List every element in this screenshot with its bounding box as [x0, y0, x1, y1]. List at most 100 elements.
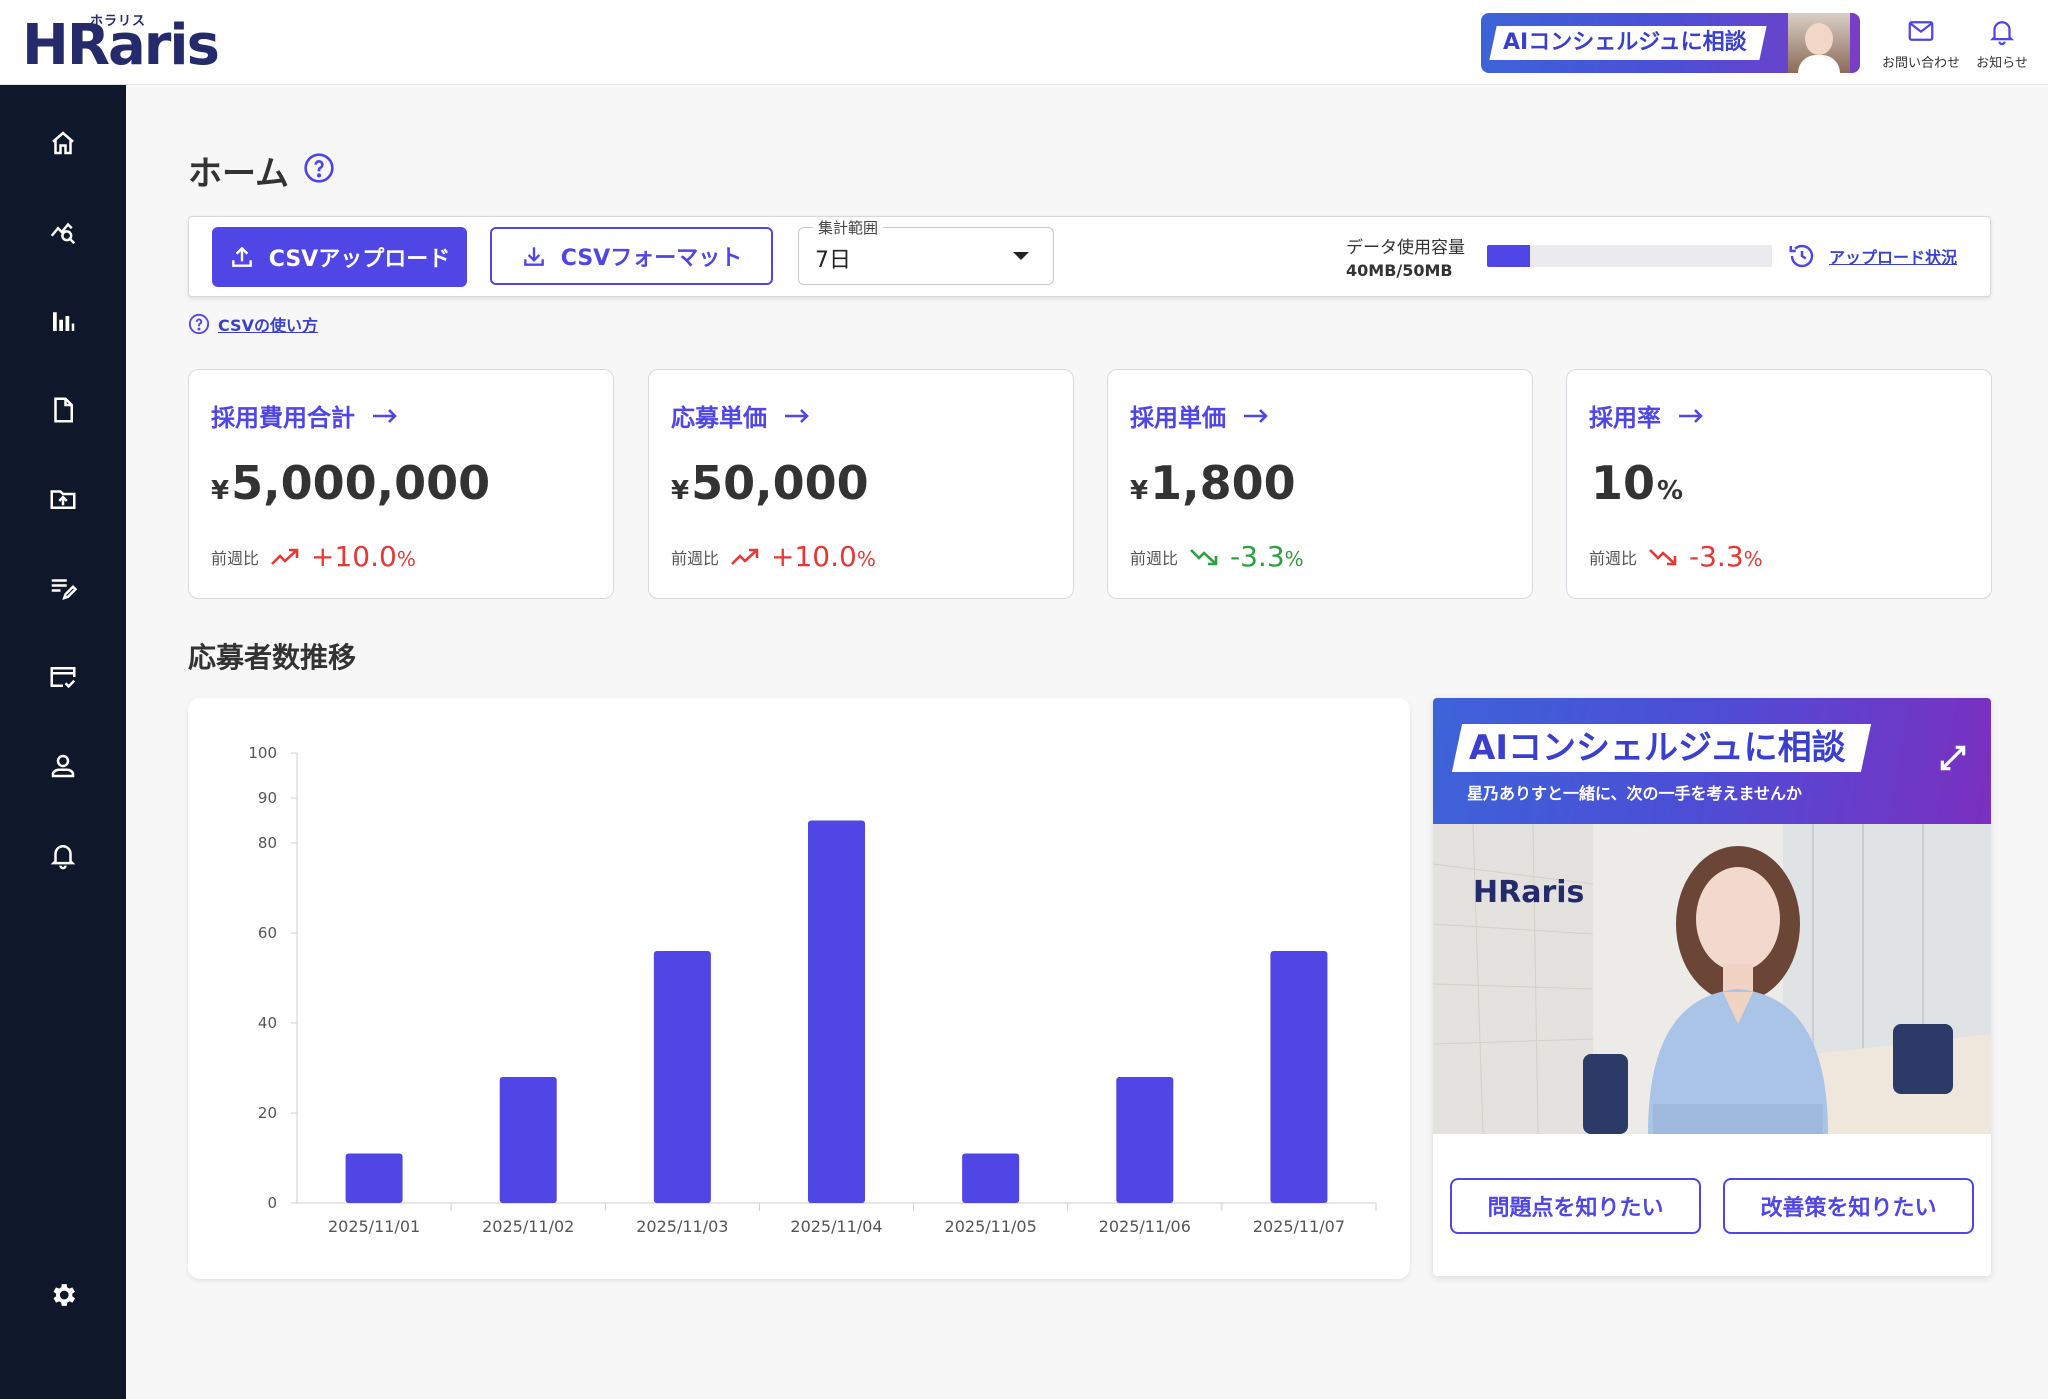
kpi-card[interactable]: 採用費用合計 ¥5,000,000 前週比 +10.0% [188, 369, 614, 599]
bar[interactable] [653, 951, 711, 1203]
bar[interactable] [962, 1153, 1020, 1204]
kpi-title-link[interactable]: 採用費用合計 [211, 398, 399, 433]
sidebar-item-approval[interactable] [43, 657, 83, 697]
ai-panel-title: AIコンシェルジュに相談 [1469, 728, 1846, 768]
x-tick-label: 2025/11/06 [1099, 1217, 1191, 1236]
kpi-pct: +10.0 [311, 540, 397, 573]
kpi-cmp-label: 前週比 [1589, 548, 1638, 568]
caret-down-icon [1013, 252, 1029, 260]
sidebar-item-upload[interactable] [43, 479, 83, 519]
page-title: ホーム [188, 154, 289, 194]
sidebar-item-reports[interactable] [43, 301, 83, 341]
trend-up-icon [731, 548, 759, 565]
kpi-pct-unit: % [856, 547, 876, 571]
notice-button[interactable]: お知らせ [1957, 16, 2047, 72]
kpi-value-wrap: 10% [1589, 456, 1683, 510]
ai-concierge-banner[interactable]: AIコンシェルジュに相談 [1481, 13, 1860, 73]
sidebar-item-notifications[interactable] [43, 835, 83, 875]
aggregation-range-select[interactable]: 集計範囲 7日 [798, 217, 1054, 285]
hraris-logo[interactable]: ホラリス HRaris [22, 12, 220, 74]
upload-status-link[interactable]: アップロード状況 [1787, 241, 1957, 271]
arrow-right-icon [785, 408, 809, 423]
expand-icon[interactable] [1937, 742, 1969, 774]
kpi-value: 50,000 [691, 456, 869, 510]
kpi-currency: ¥ [671, 476, 690, 506]
kpi-comparison: 前週比 +10.0% [211, 540, 416, 573]
edit-list-icon [51, 579, 78, 600]
kpi-card[interactable]: 応募単価 ¥50,000 前週比 +10.0% [648, 369, 1074, 599]
improvement-button[interactable]: 改善策を知りたい [1723, 1178, 1974, 1234]
kpi-pct: -3.3 [1230, 540, 1285, 573]
kpi-pct-unit: % [396, 547, 416, 571]
logo-text: HRaris [22, 13, 220, 78]
concierge-photo: HRaris [1433, 824, 1991, 1134]
kpi-comparison: 前週比 -3.3% [1589, 540, 1763, 573]
kpi-pct-unit: % [1284, 547, 1304, 571]
csv-upload-button[interactable]: CSVアップロード [212, 227, 467, 287]
sidebar-item-user[interactable] [43, 746, 83, 786]
bell-icon [50, 845, 76, 870]
mail-icon [1908, 21, 1934, 41]
bar-chart-icon [53, 312, 75, 331]
sidebar-item-settings[interactable] [43, 1275, 83, 1315]
bar[interactable] [808, 820, 865, 1204]
bar[interactable] [1270, 951, 1328, 1203]
csv-format-label: CSVフォーマット [560, 246, 743, 271]
kpi-title: 採用単価 [1130, 404, 1226, 432]
sidebar-item-analytics[interactable] [43, 212, 83, 252]
sidebar-item-documents[interactable] [43, 390, 83, 430]
kpi-title-link[interactable]: 採用単価 [1130, 398, 1270, 433]
kpi-card[interactable]: 採用率 10% 前週比 -3.3% [1566, 369, 1992, 599]
x-tick-label: 2025/11/02 [482, 1217, 574, 1236]
y-tick-label: 90 [258, 789, 277, 807]
csv-format-button[interactable]: CSVフォーマット [490, 227, 773, 285]
usage-progress-bar [1487, 245, 1772, 267]
help-icon [188, 313, 210, 335]
kpi-title-link[interactable]: 応募単価 [671, 398, 811, 433]
kpi-cmp-label: 前週比 [671, 548, 720, 568]
csv-help-link[interactable]: CSVの使い方 [188, 312, 318, 336]
kpi-value-wrap: ¥5,000,000 [211, 456, 492, 510]
bar[interactable] [499, 1077, 557, 1203]
kpi-value: 1,800 [1150, 456, 1296, 510]
y-tick-label: 40 [258, 1014, 277, 1032]
help-icon[interactable] [303, 152, 335, 184]
sidebar [0, 85, 126, 1399]
kpi-pct: +10.0 [771, 540, 857, 573]
x-tick-label: 2025/11/03 [636, 1217, 728, 1236]
csv-help-label[interactable]: CSVの使い方 [218, 312, 318, 336]
upload-icon [231, 246, 252, 267]
ai-banner-tag: AIコンシェルジュに相談 [1489, 26, 1767, 60]
sidebar-item-home[interactable] [43, 123, 83, 163]
upload-status-label[interactable]: アップロード状況 [1829, 244, 1957, 268]
bar[interactable] [1116, 1077, 1174, 1203]
kpi-title: 採用率 [1589, 404, 1661, 432]
download-icon [523, 247, 544, 266]
notice-label: お知らせ [1976, 56, 2028, 71]
home-icon [52, 131, 74, 155]
x-tick-label: 2025/11/07 [1253, 1217, 1345, 1236]
kpi-pct-wrap: +10.0% [311, 540, 416, 573]
kpi-value-wrap: ¥50,000 [671, 456, 871, 510]
arrow-right-icon [1679, 408, 1703, 423]
contact-button[interactable]: お問い合わせ [1876, 16, 1966, 72]
history-icon [1789, 244, 1814, 268]
kpi-title-link[interactable]: 採用率 [1589, 398, 1705, 433]
arrow-right-icon [373, 408, 397, 423]
y-tick-label: 60 [258, 924, 277, 942]
user-icon [51, 754, 75, 778]
kpi-cmp-label: 前週比 [1130, 548, 1179, 568]
problem-button[interactable]: 問題点を知りたい [1450, 1178, 1701, 1234]
kpi-comparison: 前週比 +10.0% [671, 540, 876, 573]
kpi-card[interactable]: 採用単価 ¥1,800 前週比 -3.3% [1107, 369, 1533, 599]
kpi-title: 採用費用合計 [211, 404, 355, 432]
kpi-pct-wrap: -3.3% [1230, 540, 1304, 573]
kpi-value-wrap: ¥1,800 [1130, 456, 1298, 510]
sidebar-item-edit[interactable] [43, 568, 83, 608]
bar[interactable] [345, 1153, 403, 1204]
kpi-pct: -3.3 [1689, 540, 1744, 573]
top-header: ホラリス HRaris AIコンシェルジュに相談 お問い合わせ お知らせ [0, 0, 2048, 85]
range-value: 7日 [815, 248, 851, 273]
trend-down-icon [1649, 548, 1677, 565]
csv-upload-label: CSVアップロード [268, 247, 451, 272]
